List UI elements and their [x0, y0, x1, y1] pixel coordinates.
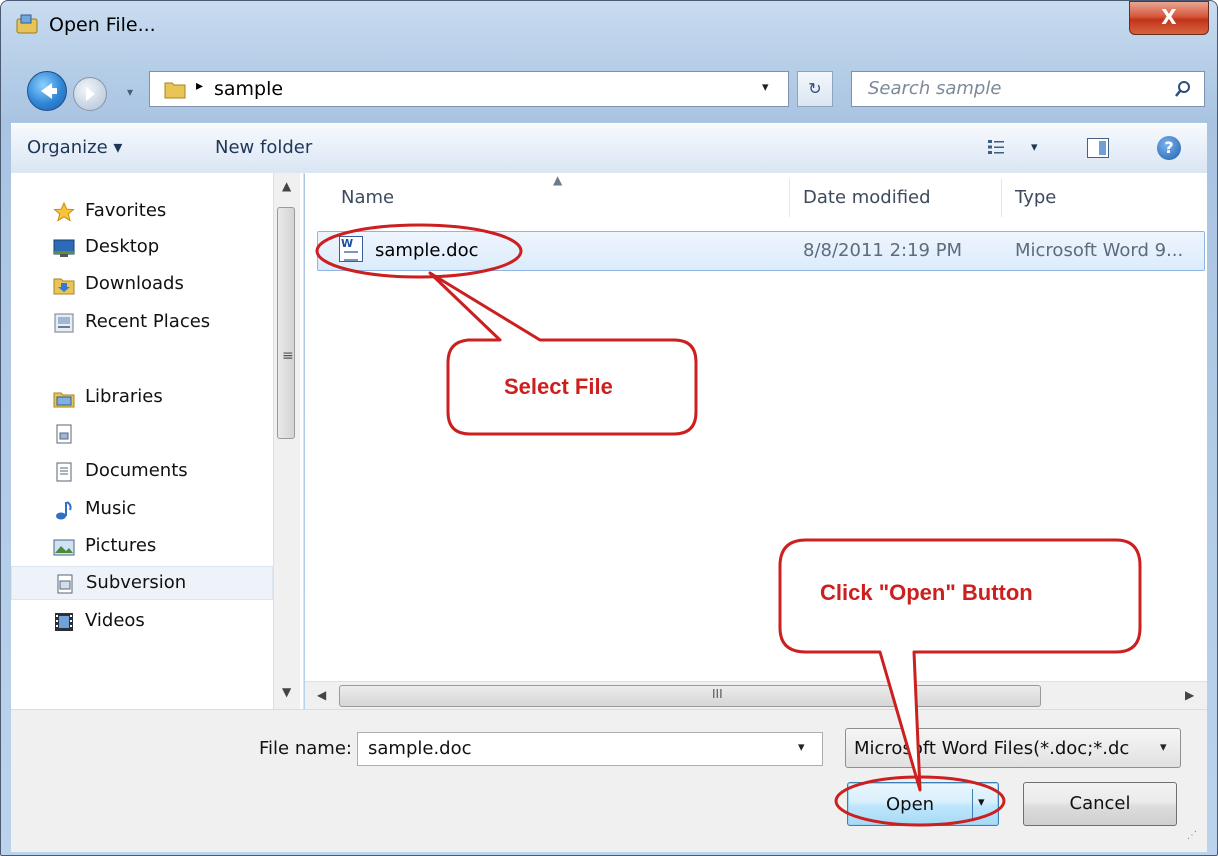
preview-pane-icon[interactable]: [1087, 138, 1109, 158]
split-separator: [972, 789, 973, 819]
open-button-label: Open: [886, 794, 935, 815]
nav-item-label: Favorites: [85, 200, 167, 221]
window-title: Open File...: [49, 14, 156, 36]
document-library-icon: [57, 574, 73, 594]
column-separator[interactable]: [1001, 179, 1002, 217]
column-header-type[interactable]: Type: [1015, 187, 1056, 237]
file-date-modified: 8/8/2011 2:19 PM: [803, 240, 963, 261]
title-bar: Open File... X: [1, 1, 1217, 47]
nav-item-documents[interactable]: Documents: [11, 455, 273, 489]
cancel-button[interactable]: Cancel: [1023, 782, 1177, 826]
back-button[interactable]: [27, 71, 67, 111]
file-type-value: Microsoft Word Files(*.doc;*.dc: [854, 738, 1130, 759]
nav-item-videos[interactable]: Videos: [11, 605, 273, 639]
command-toolbar: Organize ▾ New folder ▾ ?: [11, 123, 1207, 175]
film-strip-icon: [55, 613, 73, 631]
recent-pages-dropdown[interactable]: ▾: [127, 85, 133, 99]
word-document-icon: [339, 236, 363, 262]
column-header-name[interactable]: Name: [341, 187, 394, 237]
nav-item-library-unnamed[interactable]: [11, 417, 273, 451]
nav-item-label: Subversion: [86, 572, 187, 593]
new-folder-button[interactable]: New folder: [215, 137, 312, 158]
select-file-callout-text: Select File: [504, 374, 613, 399]
search-input[interactable]: Search sample: [851, 71, 1205, 107]
back-arrow-icon: [41, 83, 57, 99]
file-name-value[interactable]: sample.doc: [368, 738, 472, 759]
change-view-dropdown[interactable]: ▾: [1031, 140, 1038, 155]
search-icon[interactable]: [1174, 80, 1192, 98]
open-options-dropdown[interactable]: ▾: [978, 795, 985, 810]
sort-ascending-icon: ▲: [553, 173, 563, 187]
nav-item-desktop[interactable]: Desktop: [11, 231, 273, 265]
address-bar[interactable]: ▸ sample ▾: [149, 71, 789, 107]
folder-icon: [164, 82, 186, 99]
click-open-callout-text: Click "Open" Button: [820, 580, 1033, 605]
open-file-dialog: Open File... X ▾ ▸ sample ▾ ↻ Search sam…: [0, 0, 1218, 856]
library-item-icon: [56, 424, 72, 444]
nav-item-music[interactable]: Music: [11, 493, 273, 527]
nav-item-libraries[interactable]: Libraries: [11, 381, 273, 415]
navigation-bar: ▾ ▸ sample ▾ ↻ Search sample: [1, 63, 1217, 115]
nav-item-label: Pictures: [85, 535, 157, 556]
downloads-folder-icon: [53, 278, 75, 295]
change-view-icon[interactable]: [987, 138, 1005, 156]
nav-item-label: Downloads: [85, 273, 184, 294]
nav-item-label: Libraries: [85, 386, 163, 407]
file-type: Microsoft Word 9...: [1015, 240, 1184, 261]
desktop-icon: [53, 239, 75, 257]
libraries-icon: [53, 392, 75, 408]
navigation-pane: Favorites Desktop Downloads Recent Place…: [11, 173, 304, 709]
file-name-dropdown[interactable]: ▾: [798, 740, 805, 755]
pictures-icon: [53, 539, 75, 556]
nav-item-downloads[interactable]: Downloads: [11, 268, 273, 302]
documents-icon: [56, 462, 72, 482]
scroll-right-arrow-icon[interactable]: ▶: [1185, 688, 1194, 702]
file-list: ▲ Name Date modified Type sample.doc 8/8…: [305, 173, 1207, 709]
file-name-panel: File name: sample.doc ▾ Microsoft Word F…: [11, 709, 1207, 852]
file-name[interactable]: sample.doc: [375, 240, 479, 261]
column-header-date-modified[interactable]: Date modified: [803, 187, 931, 237]
file-type-select[interactable]: Microsoft Word Files(*.doc;*.dc ▾: [845, 728, 1181, 768]
scrollbar-grip: III: [712, 687, 723, 701]
resize-grip-icon[interactable]: ⋰: [1187, 830, 1197, 841]
star-icon: [53, 202, 75, 222]
nav-item-subversion[interactable]: Subversion: [11, 566, 273, 600]
file-name-field[interactable]: sample.doc ▾: [357, 732, 823, 766]
search-placeholder: Search sample: [868, 78, 1002, 99]
breadcrumb-current-folder[interactable]: sample: [214, 78, 283, 100]
file-type-dropdown[interactable]: ▾: [1160, 740, 1167, 755]
nav-item-label: Music: [85, 498, 137, 519]
file-name-label: File name:: [259, 738, 352, 759]
nav-item-label: Desktop: [85, 236, 160, 257]
nav-item-label: Recent Places: [85, 311, 211, 332]
open-button[interactable]: Open ▾: [847, 782, 999, 826]
recent-places-icon: [54, 313, 74, 333]
close-button[interactable]: X: [1129, 1, 1209, 35]
scroll-up-arrow-icon[interactable]: ▲: [282, 179, 291, 193]
file-list-horizontal-scrollbar[interactable]: ◀ III ▶: [305, 681, 1207, 710]
app-icon: [16, 14, 38, 34]
breadcrumb-separator[interactable]: ▸: [196, 78, 203, 94]
scroll-left-arrow-icon[interactable]: ◀: [317, 688, 326, 702]
address-history-dropdown[interactable]: ▾: [762, 80, 769, 95]
help-icon[interactable]: ?: [1157, 136, 1181, 160]
nav-item-pictures[interactable]: Pictures: [11, 530, 273, 564]
scrollbar-thumb[interactable]: ≡: [277, 207, 295, 439]
nav-item-label: Videos: [85, 610, 145, 631]
scrollbar-grip: ≡: [282, 348, 294, 364]
column-separator[interactable]: [789, 179, 790, 217]
navigation-pane-scrollbar[interactable]: ▲ ≡ ▼: [273, 173, 300, 709]
horizontal-scrollbar-thumb[interactable]: III: [339, 685, 1041, 707]
nav-item-recent-places[interactable]: Recent Places: [11, 306, 273, 340]
music-note-icon: [56, 501, 72, 520]
refresh-button[interactable]: ↻: [797, 71, 833, 107]
forward-arrow-icon: [86, 87, 95, 101]
nav-item-favorites[interactable]: Favorites: [11, 195, 273, 229]
scroll-down-arrow-icon[interactable]: ▼: [282, 685, 291, 699]
forward-button[interactable]: [73, 77, 107, 111]
nav-item-label: Documents: [85, 460, 188, 481]
organize-menu-button[interactable]: Organize ▾: [27, 137, 122, 158]
